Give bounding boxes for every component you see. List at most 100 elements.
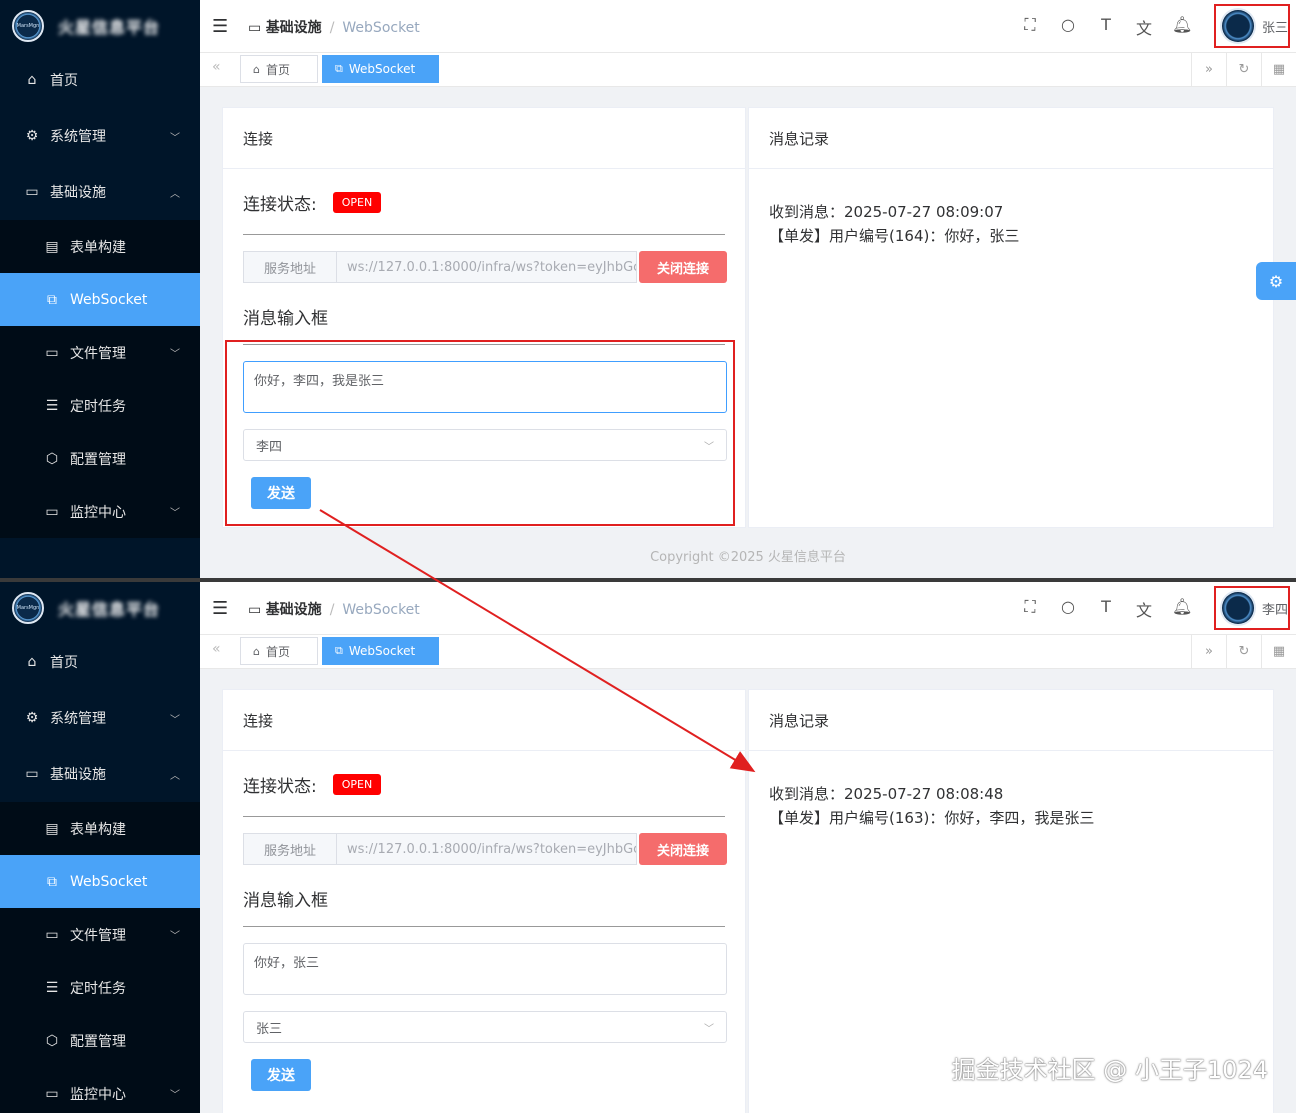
sidebar-item-label: 系统管理	[50, 129, 106, 145]
monitor-icon: ▭	[25, 184, 39, 200]
refresh-icon[interactable]: ↻	[1226, 53, 1261, 86]
server-address-group: 服务地址 ws://127.0.0.1:8000/infra/ws?token=…	[243, 833, 727, 865]
sidebar-item-label: 监控中心	[70, 1086, 126, 1103]
tab-websocket[interactable]: ⧉ WebSocket	[322, 55, 439, 83]
sidebar-item-infra[interactable]: ▭ 基础设施 ︿	[0, 164, 200, 220]
tab-home[interactable]: ⌂ 首页	[240, 55, 318, 83]
log-time: 收到消息：2025-07-27 08:08:48	[769, 785, 1004, 803]
config-icon: ⬡	[45, 1032, 59, 1049]
chevron-down-icon: ﹀	[170, 931, 180, 942]
scroll-right-icon[interactable]: »	[1191, 53, 1226, 86]
font-size-icon[interactable]: T	[1096, 597, 1116, 621]
message-input-title: 消息输入框	[243, 309, 328, 329]
config-icon: ⬡	[45, 450, 59, 467]
translate-icon[interactable]: 文	[1134, 597, 1154, 621]
gear-icon: ⚙	[25, 710, 39, 726]
scroll-left-icon[interactable]: «	[212, 641, 221, 657]
top-header: ☰ ▭ 基础设施 / WebSocket ⛶ ○ T 文 🔔︎ 张三	[200, 0, 1296, 53]
sidebar-item-label: 系统管理	[50, 711, 106, 727]
sidebar-item-form[interactable]: ▤ 表单构建	[0, 220, 200, 273]
sidebar: MarsMgn 火星信息平台 ⌂ 首页 ⚙ 系统管理 ﹀ ▭ 基础设施 ︿ ▤ 表单构建 ⧉…	[0, 582, 200, 1113]
sidebar-item-config[interactable]: ⬡ 配置管理	[0, 1014, 200, 1067]
sidebar-item-jobs[interactable]: ☰ 定时任务	[0, 379, 200, 432]
log-text: 【单发】用户编号(163)：你好，李四，我是张三	[769, 809, 1095, 827]
sidebar-item-system[interactable]: ⚙ 系统管理 ﹀	[0, 108, 200, 164]
header-tools: ⛶ ○ T 文 🔔︎	[1020, 15, 1192, 39]
sidebar-item-home[interactable]: ⌂ 首页	[0, 52, 200, 108]
tabs-tools: » ↻ ▦	[1191, 635, 1296, 668]
scroll-right-icon[interactable]: »	[1191, 635, 1226, 668]
card-title: 连接	[223, 690, 745, 751]
search-icon[interactable]: ○	[1058, 597, 1078, 621]
settings-gear-icon[interactable]: ⚙	[1256, 262, 1296, 300]
folder-icon: ▭	[45, 344, 59, 361]
close-connection-button[interactable]: 关闭连接	[639, 251, 727, 283]
chevron-down-icon: ﹀	[170, 714, 180, 726]
chevron-down-icon: ﹀	[170, 1090, 180, 1101]
close-connection-button[interactable]: 关闭连接	[639, 833, 727, 865]
fullscreen-icon[interactable]: ⛶	[1020, 15, 1040, 39]
sidebar-item-infra[interactable]: ▭ 基础设施 ︿	[0, 746, 200, 802]
menu-toggle-icon[interactable]: ☰	[212, 598, 228, 619]
sidebar-item-jobs[interactable]: ☰ 定时任务	[0, 961, 200, 1014]
home-icon: ⌂	[27, 72, 37, 88]
sidebar-item-label: 基础设施	[50, 767, 106, 783]
breadcrumb-parent[interactable]: 基础设施	[266, 602, 322, 618]
menu-toggle-icon[interactable]: ☰	[212, 16, 228, 37]
font-size-icon[interactable]: T	[1096, 15, 1116, 39]
bell-icon[interactable]: 🔔︎	[1172, 597, 1192, 621]
chevron-up-icon: ︿	[170, 188, 180, 200]
sidebar-item-label: 定时任务	[70, 398, 126, 415]
link-icon: ⧉	[47, 291, 57, 308]
refresh-icon[interactable]: ↻	[1226, 635, 1261, 668]
logo-row: MarsMgn 火星信息平台	[0, 0, 200, 52]
connection-card: 连接 连接状态: OPEN 服务地址 ws://127.0.0.1:8000/in…	[222, 689, 746, 1113]
translate-icon[interactable]: 文	[1134, 15, 1154, 39]
logo-row: MarsMgn 火星信息平台	[0, 582, 200, 634]
tabs-bar: « ⌂ 首页 ⧉ WebSocket » ↻ ▦	[200, 635, 1296, 669]
tab-label: 首页	[265, 62, 290, 77]
user-menu[interactable]: 张三	[1214, 4, 1290, 48]
card-title: 消息记录	[749, 690, 1273, 751]
list-icon: ☰	[45, 397, 59, 414]
sidebar-item-files[interactable]: ▭ 文件管理 ﹀	[0, 908, 200, 961]
sidebar-item-label: 基础设施	[50, 185, 106, 201]
sidebar-item-system[interactable]: ⚙ 系统管理 ﹀	[0, 690, 200, 746]
sidebar-item-form[interactable]: ▤ 表单构建	[0, 802, 200, 855]
sidebar-item-websocket[interactable]: ⧉ WebSocket	[0, 273, 200, 326]
breadcrumb-current: WebSocket	[342, 602, 420, 618]
home-icon: ⌂	[27, 654, 37, 670]
address-prefix: 服务地址	[243, 833, 337, 865]
sidebar-item-files[interactable]: ▭ 文件管理 ﹀	[0, 326, 200, 379]
send-button[interactable]: 发送	[251, 1059, 311, 1091]
status-label: 连接状态:	[243, 777, 317, 797]
username: 李四	[1261, 602, 1288, 618]
user-menu[interactable]: 李四	[1214, 586, 1290, 630]
fullscreen-icon[interactable]: ⛶	[1020, 597, 1040, 621]
sidebar-item-label: 配置管理	[70, 1033, 126, 1050]
grid-icon[interactable]: ▦	[1261, 635, 1296, 668]
server-address-input[interactable]: ws://127.0.0.1:8000/infra/ws?token=eyJhb…	[337, 251, 637, 283]
breadcrumb-parent[interactable]: 基础设施	[266, 20, 322, 36]
sidebar-item-home[interactable]: ⌂ 首页	[0, 634, 200, 690]
scroll-left-icon[interactable]: «	[212, 59, 221, 75]
status-badge: OPEN	[332, 192, 382, 213]
sidebar-item-config[interactable]: ⬡ 配置管理	[0, 432, 200, 485]
server-address-input[interactable]: ws://127.0.0.1:8000/infra/ws?token=eyJhb…	[337, 833, 637, 865]
message-log-card: 消息记录 收到消息：2025-07-27 08:09:07 【单发】用户编号(1…	[748, 107, 1274, 528]
bell-icon[interactable]: 🔔︎	[1172, 15, 1192, 39]
home-icon: ⌂	[253, 62, 260, 76]
tab-home[interactable]: ⌂ 首页	[240, 637, 318, 665]
tab-websocket[interactable]: ⧉ WebSocket	[322, 637, 439, 665]
status-badge: OPEN	[332, 774, 382, 795]
grid-icon[interactable]: ▦	[1261, 53, 1296, 86]
list-icon: ☰	[45, 979, 59, 996]
search-icon[interactable]: ○	[1058, 15, 1078, 39]
sidebar-item-monitor[interactable]: ▭ 监控中心 ﹀	[0, 1067, 200, 1113]
message-textarea[interactable]: 你好，张三	[243, 943, 727, 995]
sidebar-item-websocket[interactable]: ⧉ WebSocket	[0, 855, 200, 908]
log-time: 收到消息：2025-07-27 08:09:07	[769, 203, 1004, 221]
sidebar-item-monitor[interactable]: ▭ 监控中心 ﹀	[0, 485, 200, 538]
top-header: ☰ ▭ 基础设施 / WebSocket ⛶ ○ T 文 🔔︎ 李四	[200, 582, 1296, 635]
recipient-select[interactable]: 张三 ﹀	[243, 1011, 727, 1043]
